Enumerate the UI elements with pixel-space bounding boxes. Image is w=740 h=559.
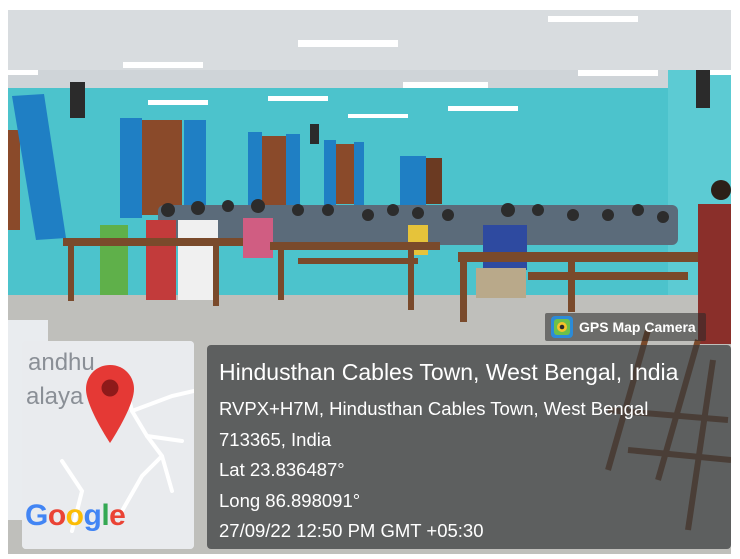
gps-map-camera-icon xyxy=(551,316,573,338)
timestamp-text: 27/09/22 12:50 PM GMT +05:30 xyxy=(219,520,484,541)
location-pin-icon xyxy=(86,365,134,443)
address-line-2: 713365, India xyxy=(219,429,332,450)
address-line-1: RVPX+H7M, Hindusthan Cables Town, West B… xyxy=(219,398,649,419)
location-title: Hindusthan Cables Town, West Bengal, Ind… xyxy=(219,359,679,385)
longitude-text: Long 86.898091° xyxy=(219,490,361,511)
gps-badge-label: GPS Map Camera xyxy=(579,319,696,335)
map-label-top: andhu xyxy=(28,349,95,376)
location-info-panel: Hindusthan Cables Town, West Bengal, Ind… xyxy=(207,345,731,549)
screenshot-frame: GPS Map Camera andhu alaya Google Hindus… xyxy=(0,0,740,559)
map-label-middle: alaya xyxy=(26,383,84,410)
google-logo: Google xyxy=(25,499,126,532)
gps-map-camera-badge: GPS Map Camera xyxy=(545,313,706,341)
map-thumbnail[interactable]: andhu alaya Google xyxy=(22,341,194,549)
latitude-text: Lat 23.836487° xyxy=(219,459,345,480)
